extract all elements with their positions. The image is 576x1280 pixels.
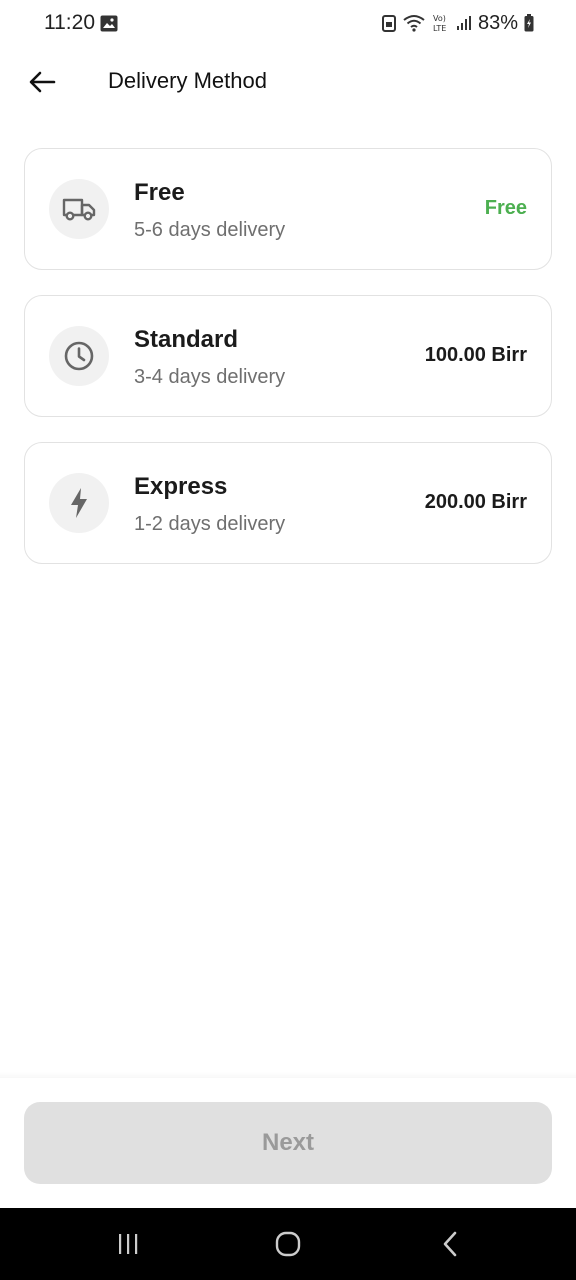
method-price: 200.00 Birr (424, 491, 527, 513)
battery-percent: 83% (477, 11, 518, 34)
battery-charging-icon (524, 14, 534, 32)
svg-text:LTE: LTE (433, 24, 446, 33)
arrow-left-icon (29, 71, 56, 93)
recent-apps-icon (119, 1234, 138, 1254)
system-back-button[interactable] (428, 1226, 472, 1262)
delivery-method-list: Free 5-6 days delivery Free Standard 3-4… (24, 148, 552, 589)
sim-lock-icon (381, 14, 396, 32)
home-button[interactable] (266, 1226, 310, 1262)
method-name: Free (134, 179, 185, 206)
method-description: 3-4 days delivery (134, 366, 286, 388)
svg-text:Vo): Vo) (433, 14, 446, 23)
next-button[interactable]: Next (24, 1102, 552, 1184)
truck-icon (49, 179, 109, 239)
status-time: 11:20 (44, 11, 95, 34)
volte-icon: Vo) LTE (432, 13, 450, 33)
signal-icon (456, 15, 472, 31)
bottom-action-area: Next (0, 1078, 576, 1208)
clock-icon (49, 326, 109, 386)
method-price: Free (484, 197, 527, 219)
back-button[interactable] (22, 64, 62, 100)
method-description: 1-2 days delivery (134, 513, 286, 535)
page-title: Delivery Method (108, 68, 267, 93)
status-icons: Vo) LTE 83% (381, 10, 534, 36)
chevron-left-icon (443, 1231, 457, 1257)
delivery-option-standard[interactable]: Standard 3-4 days delivery 100.00 Birr (24, 295, 552, 417)
method-name: Express (134, 473, 228, 500)
gallery-notification-icon (100, 15, 118, 32)
method-name: Standard (134, 326, 239, 353)
home-icon (275, 1231, 301, 1257)
delivery-option-free[interactable]: Free 5-6 days delivery Free (24, 148, 552, 270)
lightning-icon (49, 473, 109, 533)
app-header: Delivery Method (0, 56, 576, 108)
method-price: 100.00 Birr (424, 344, 527, 366)
method-description: 5-6 days delivery (134, 219, 286, 241)
system-nav-bar (0, 1208, 576, 1280)
recent-apps-button[interactable] (106, 1226, 150, 1262)
delivery-option-express[interactable]: Express 1-2 days delivery 200.00 Birr (24, 442, 552, 564)
status-bar: 11:20 Vo) LTE 83% (0, 0, 576, 48)
wifi-icon (402, 14, 426, 32)
